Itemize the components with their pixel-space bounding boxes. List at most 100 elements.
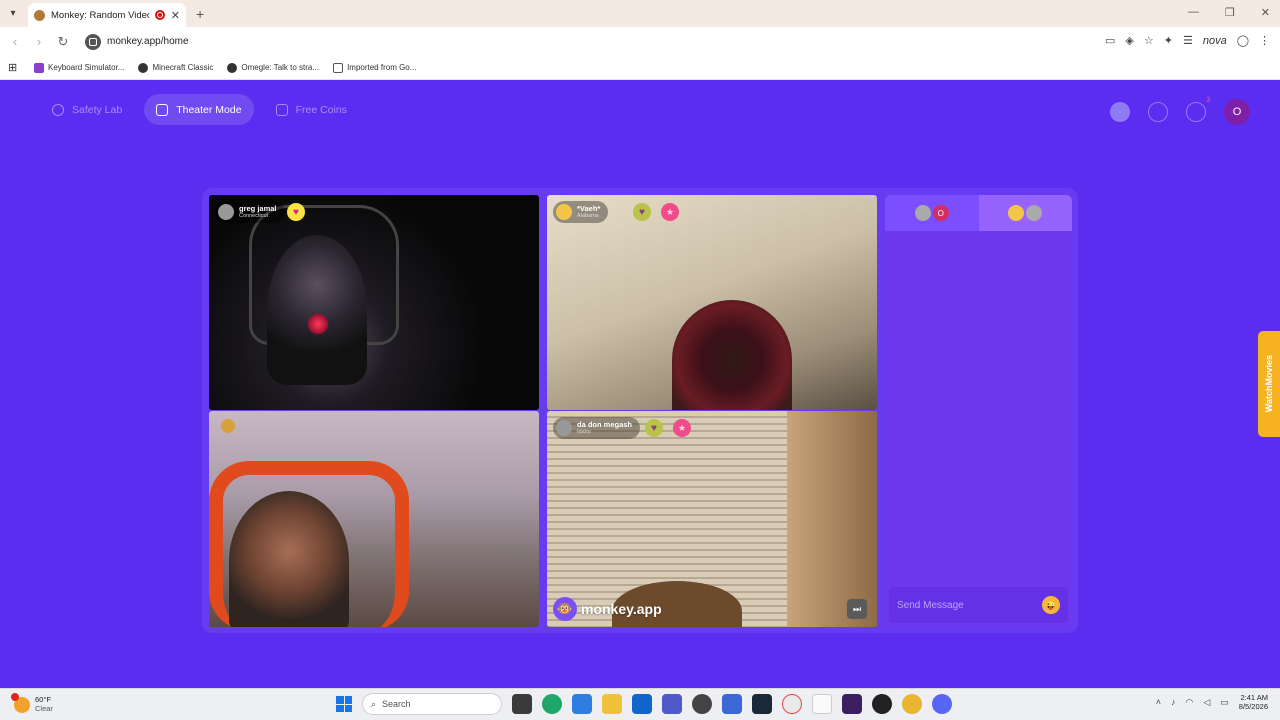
user-avatar (218, 204, 234, 220)
gift-icon[interactable]: ★ (673, 419, 691, 437)
apps-grid-icon[interactable]: ⊞ (8, 61, 20, 74)
folder-icon[interactable] (602, 694, 622, 714)
user-avatar (556, 204, 572, 220)
chat-tab-badge: O (932, 205, 949, 221)
notification-count: 3 (1206, 97, 1210, 104)
tab-close-icon[interactable]: ✕ (171, 9, 180, 22)
bookmark-item[interactable]: Minecraft Classic (138, 62, 213, 73)
messages-icon[interactable]: 3 (1186, 97, 1210, 122)
toolbar-actions: ▭ ◈ ☆ ✦ ☰ nova ◯ ⋮ (1105, 34, 1270, 48)
forward-icon[interactable]: › (27, 34, 51, 49)
bookmark-folder[interactable]: Imported from Go... (333, 62, 417, 73)
microphone-icon[interactable]: ♪ (1171, 697, 1176, 707)
tab-search-menu-button[interactable]: ▾ (0, 0, 26, 27)
url-field[interactable]: monkey.app/home (107, 36, 189, 47)
safety-lab-button[interactable]: Safety Lab (40, 94, 134, 125)
chrome-icon[interactable] (902, 694, 922, 714)
file-icon[interactable] (512, 694, 532, 714)
weather-condition: Clear (35, 703, 53, 713)
obs-icon[interactable] (692, 694, 712, 714)
user-chip[interactable]: greg jamal Connecticut (215, 201, 285, 223)
safety-lab-label: Safety Lab (72, 103, 123, 116)
app-icon[interactable] (722, 694, 742, 714)
edge-icon[interactable] (542, 694, 562, 714)
extensions-icon[interactable]: ✦ (1164, 34, 1173, 47)
outlook-icon[interactable] (632, 694, 652, 714)
chat-user-avatar (914, 205, 931, 221)
browser-tab[interactable]: Monkey: Random Video Ch ✕ (28, 3, 186, 27)
editor-icon[interactable] (842, 694, 862, 714)
reload-icon[interactable]: ↻ (51, 34, 75, 50)
user-location: Connecticut (239, 212, 269, 219)
user-chip[interactable]: *Vaeh* Alabama (553, 201, 609, 223)
heart-icon[interactable]: ♥ (287, 203, 305, 221)
roblox-icon[interactable] (872, 694, 892, 714)
top-navigation: Safety Lab Theater Mode Free Coins (40, 94, 359, 125)
chevron-up-icon[interactable]: ˄ (1156, 697, 1161, 707)
watch-movies-tab[interactable]: WatchMovies (1258, 331, 1280, 437)
user-chip[interactable]: da don megash Idaho (553, 417, 641, 439)
store-icon[interactable] (572, 694, 592, 714)
minimize-icon[interactable]: — (1188, 6, 1199, 19)
heart-icon[interactable]: ♥ (645, 419, 663, 437)
username: greg jamal (239, 204, 277, 213)
time: 2:41 AM (1240, 693, 1268, 702)
teams-icon[interactable] (662, 694, 682, 714)
send-message-placeholder: Send Message (897, 599, 964, 611)
volume-icon[interactable]: ◁ (1203, 697, 1210, 708)
back-icon[interactable]: ‹ (3, 34, 27, 49)
monkey-favicon-icon (34, 9, 45, 21)
history-icon[interactable] (1148, 102, 1168, 122)
star-icon[interactable]: ☆ (1144, 34, 1154, 47)
theater-mode-button[interactable]: Theater Mode (144, 94, 254, 125)
wifi-icon[interactable]: ◠ (1186, 697, 1194, 708)
site-info-icon[interactable] (85, 33, 101, 50)
emoji-icon[interactable]: 😜 (1042, 596, 1060, 614)
crosshair-icon[interactable] (782, 694, 802, 714)
bookmark-item[interactable]: Omegle: Talk to stra... (227, 62, 319, 73)
taskbar-search[interactable]: ⌕ Search (362, 693, 502, 715)
shield-icon[interactable]: ◈ (1125, 34, 1133, 47)
free-coins-button[interactable]: Free Coins (264, 94, 359, 125)
self-video (229, 491, 349, 627)
restore-icon[interactable]: ❐ (1225, 6, 1235, 19)
weather-widget[interactable]: 60°F Clear (11, 692, 53, 713)
watermark-text: monkey.app (581, 601, 662, 617)
discord-icon[interactable] (932, 694, 952, 714)
window-close-icon[interactable]: ✕ (1261, 6, 1270, 19)
coins-icon (275, 103, 288, 116)
friends-icon[interactable] (1110, 102, 1130, 122)
new-tab-button[interactable]: + (196, 6, 204, 22)
bookmark-label: Imported from Go... (347, 63, 417, 72)
battery-icon[interactable]: ▭ (1220, 697, 1229, 708)
user-location: Alabama (577, 212, 599, 219)
gift-icon[interactable]: ★ (661, 203, 679, 221)
windows-start-icon[interactable] (336, 696, 352, 712)
browser-tab-bar: ▾ Monkey: Random Video Ch ✕ + — ❐ ✕ (0, 0, 1280, 27)
chat-tab-1[interactable]: O (885, 195, 979, 231)
steam-icon[interactable] (752, 694, 772, 714)
date: 8/5/2026 (1238, 702, 1268, 711)
account-icon[interactable]: ◯ (1237, 34, 1249, 47)
window-controls: — ❐ ✕ (1188, 6, 1270, 19)
tab-groups-icon[interactable]: ☰ (1183, 34, 1193, 47)
folder-icon (333, 62, 344, 73)
expand-icon (156, 103, 169, 116)
clock[interactable]: 2:41 AM 8/5/2026 (1239, 693, 1268, 711)
send-message-field[interactable]: Send Message 😜 (889, 587, 1068, 623)
cast-icon[interactable]: ▭ (1105, 34, 1115, 47)
menu-icon[interactable]: ⋮ (1259, 34, 1270, 47)
participant-video (672, 300, 792, 410)
notepad-icon[interactable] (812, 694, 832, 714)
chat-user-avatar (1026, 205, 1043, 221)
chat-tab-2[interactable] (978, 195, 1072, 231)
monkey-app-page: Safety Lab Theater Mode Free Coins 3 O g… (0, 81, 1280, 688)
profile-avatar[interactable]: O (1224, 99, 1250, 125)
theater-mode-label: Theater Mode (176, 103, 242, 116)
bookmark-item[interactable]: Keyboard Simulator... (34, 62, 124, 73)
recording-icon (154, 10, 165, 20)
header-actions: 3 O (1110, 97, 1250, 125)
skip-next-button[interactable]: ⏭ (847, 599, 867, 619)
heart-icon[interactable]: ♥ (633, 203, 651, 221)
profile-name[interactable]: nova (1203, 35, 1227, 47)
